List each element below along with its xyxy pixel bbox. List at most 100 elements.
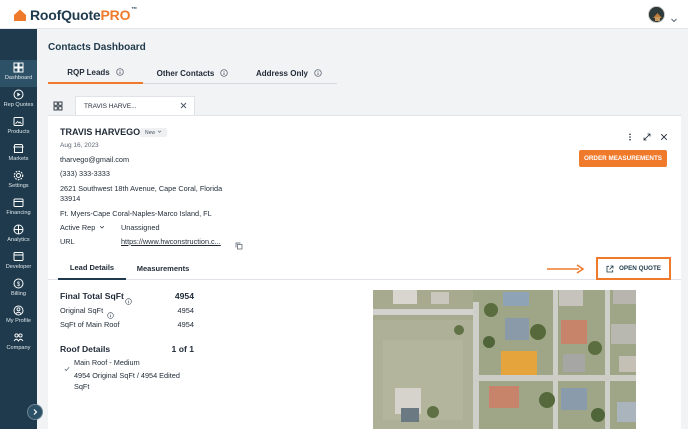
lead-url-link[interactable]: https://www.hwconstruction.c... — [121, 237, 221, 246]
products-icon — [13, 116, 24, 127]
sidebar-item-markets[interactable]: Markets — [0, 141, 37, 168]
active-rep-value: Unassigned — [121, 223, 160, 232]
active-rep-dropdown[interactable]: Active Rep — [60, 223, 105, 232]
sidebar-item-analytics[interactable]: Analytics — [0, 222, 37, 249]
tab-label: Address Only — [255, 68, 308, 78]
sidebar-item-label: Company — [6, 345, 31, 351]
user-avatar[interactable] — [648, 6, 665, 23]
close-icon[interactable] — [180, 102, 187, 109]
original-sqft-value: 4954 — [177, 306, 194, 315]
info-icon[interactable] — [220, 69, 229, 77]
lead-address-line1: 2621 Southwest 18th Avenue, Cape Coral, … — [60, 184, 223, 193]
tab-label: RQP Leads — [67, 67, 110, 77]
grid-view-icon[interactable] — [52, 99, 64, 111]
close-icon[interactable] — [660, 128, 668, 141]
open-quote-button[interactable]: OPEN QUOTE — [596, 257, 671, 280]
lead-tab-label: TRAVIS HARVE... — [84, 102, 137, 110]
roof-item-desc-line1: 4954 Original SqFt / 4954 Edited — [74, 371, 180, 380]
sidebar-item-rep-quotes[interactable]: Rep Quotes — [0, 87, 37, 114]
arrow-right-icon — [546, 262, 586, 274]
sidebar-item-my-profile[interactable]: My Profile — [0, 303, 37, 330]
company-icon — [13, 332, 24, 343]
wallet-icon — [13, 197, 24, 208]
sidebar-item-label: Products — [7, 129, 30, 135]
gear-icon — [13, 170, 24, 181]
main-roof-sqft-label: SqFt of Main Roof — [60, 320, 120, 329]
check-icon — [64, 359, 70, 372]
sidebar-item-label: Developer — [5, 264, 32, 270]
chevron-down-icon — [99, 223, 105, 232]
code-icon — [13, 251, 24, 262]
lead-date: Aug 16, 2023 — [60, 142, 99, 149]
sidebar: Dashboard Rep Quotes Products Markets Se… — [0, 29, 37, 429]
sidebar-item-label: Settings — [8, 183, 29, 189]
analytics-icon — [13, 224, 24, 235]
info-icon[interactable] — [116, 68, 124, 76]
chevron-down-icon[interactable] — [670, 11, 678, 23]
roof-details-label: Roof Details — [60, 344, 111, 354]
top-bar: RoofQuotePRO™ — [0, 0, 688, 29]
sidebar-item-dashboard[interactable]: Dashboard — [0, 60, 37, 87]
profile-icon — [13, 305, 24, 316]
more-vertical-icon[interactable] — [626, 128, 634, 141]
order-measurements-button[interactable]: ORDER MEASUREMENTS — [579, 150, 667, 167]
sidebar-item-company[interactable]: Company — [0, 330, 37, 357]
sidebar-item-label: Markets — [8, 156, 29, 162]
lead-name: TRAVIS HARVEGO — [60, 127, 141, 137]
brand-logo[interactable]: RoofQuotePRO™ — [13, 6, 137, 24]
lead-phone[interactable]: (333) 333-3333 — [60, 169, 110, 178]
sidebar-item-financing[interactable]: Financing — [0, 195, 37, 222]
final-total-sqft-value: 4954 — [174, 291, 194, 301]
roof-details-count: 1 of 1 — [171, 344, 194, 354]
sidebar-item-billing[interactable]: $ Billing — [0, 276, 37, 303]
sidebar-item-label: My Profile — [6, 318, 31, 324]
active-rep-label: Active Rep — [60, 223, 96, 232]
lead-sub-tabs: Lead Details Measurements — [48, 256, 681, 280]
lead-market: Ft. Myers-Cape Coral-Naples-Marco Island… — [60, 209, 212, 218]
lead-email[interactable]: tharvego@gmail.com — [60, 155, 129, 164]
sidebar-expand-button[interactable] — [27, 404, 43, 420]
roof-item-title[interactable]: Main Roof - Medium — [74, 358, 140, 367]
billing-icon: $ — [13, 278, 24, 289]
page-title: Contacts Dashboard — [48, 42, 146, 53]
card-actions — [626, 128, 668, 141]
chevron-down-icon — [157, 129, 162, 136]
sidebar-item-settings[interactable]: Settings — [0, 168, 37, 195]
lead-address-line2: 33914 — [60, 194, 81, 203]
url-label: URL — [60, 237, 75, 246]
house-logo-icon — [13, 8, 27, 22]
tab-lead-details[interactable]: Lead Details — [58, 256, 126, 280]
satellite-map[interactable] — [373, 290, 636, 429]
svg-text:$: $ — [17, 282, 21, 288]
sidebar-item-developer[interactable]: Developer — [0, 249, 37, 276]
sidebar-item-label: Financing — [6, 210, 31, 216]
roof-item-desc-line2: SqFt — [74, 382, 90, 391]
copy-icon[interactable] — [235, 237, 243, 250]
final-total-sqft-label: Final Total SqFt — [60, 291, 124, 301]
tab-rqp-leads[interactable]: RQP Leads — [48, 62, 143, 84]
original-sqft-label: Original SqFt — [60, 306, 104, 315]
sidebar-item-label: Dashboard — [4, 75, 33, 81]
info-icon[interactable] — [107, 306, 114, 319]
dashboard-icon — [13, 62, 24, 73]
tab-label: Other Contacts — [156, 68, 215, 78]
tab-measurements[interactable]: Measurements — [128, 256, 198, 280]
info-icon[interactable] — [125, 292, 132, 305]
main-roof-sqft-value: 4954 — [177, 320, 194, 329]
lead-tab[interactable]: TRAVIS HARVE... — [75, 96, 195, 115]
open-quote-label: OPEN QUOTE — [619, 265, 661, 272]
sidebar-item-label: Billing — [11, 291, 26, 297]
expand-icon[interactable] — [643, 128, 651, 141]
chevron-right-icon — [31, 403, 39, 421]
tab-address-only[interactable]: Address Only — [241, 62, 337, 84]
tab-other-contacts[interactable]: Other Contacts — [145, 62, 240, 84]
store-icon — [13, 143, 24, 154]
external-link-icon — [606, 265, 614, 273]
play-circle-icon — [13, 89, 24, 100]
sidebar-item-products[interactable]: Products — [0, 114, 37, 141]
sidebar-item-label: Analytics — [7, 237, 30, 243]
info-icon[interactable] — [314, 69, 322, 77]
status-label: New — [145, 129, 156, 136]
contacts-tabs: RQP Leads Other Contacts Address Only — [48, 62, 337, 84]
status-dropdown[interactable]: New — [140, 128, 168, 137]
